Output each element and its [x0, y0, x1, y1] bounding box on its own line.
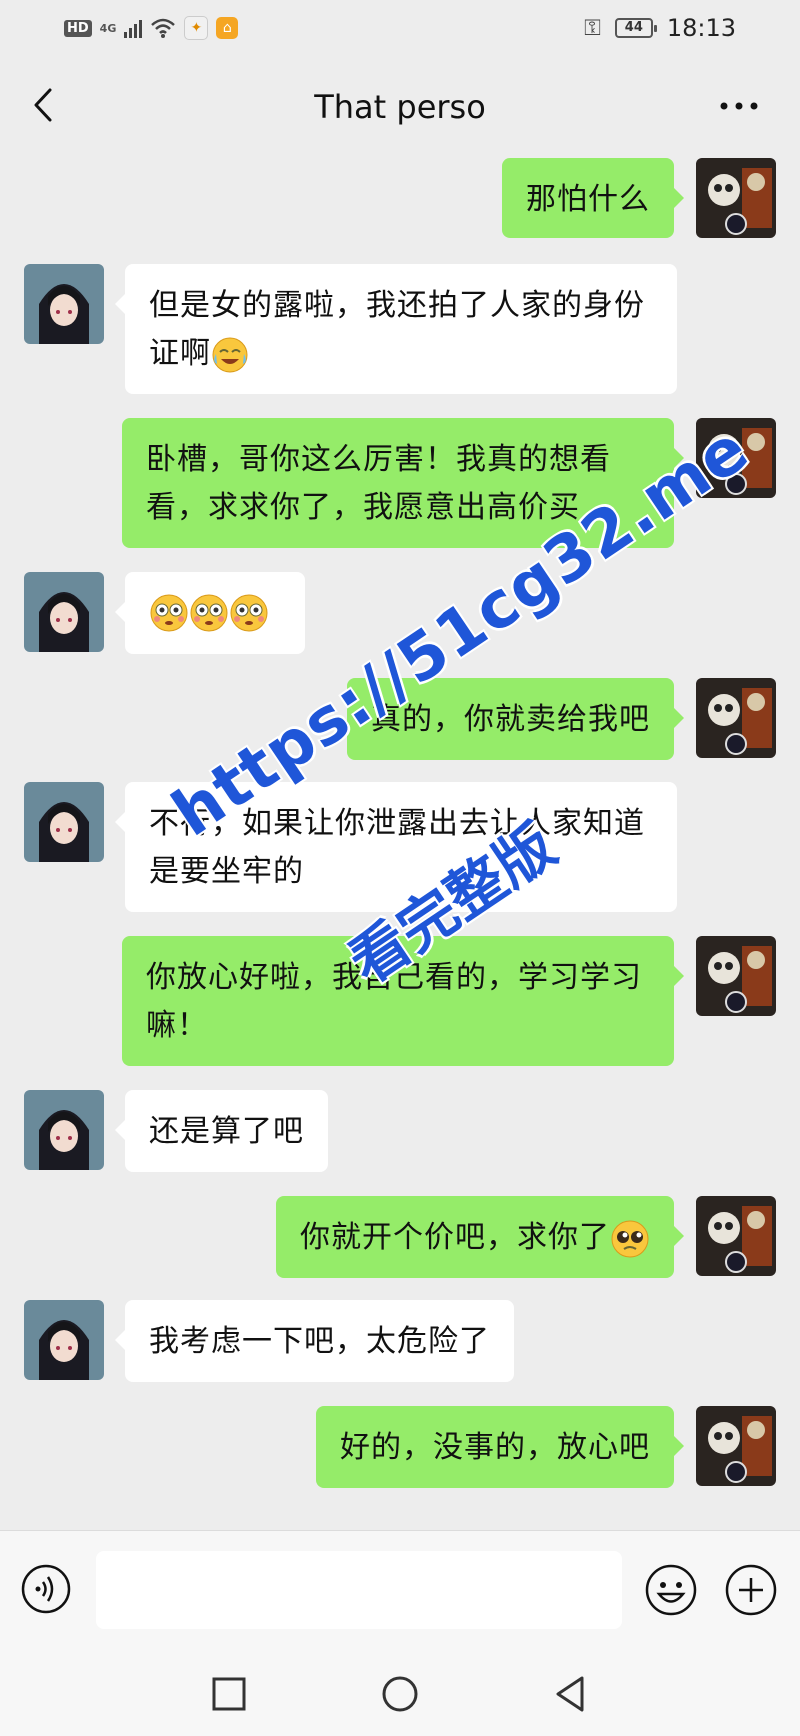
plus-icon[interactable]: [724, 1563, 778, 1617]
contact-avatar[interactable]: [24, 264, 104, 344]
back-nav-icon[interactable]: [546, 1670, 594, 1718]
key-icon: ⚿: [584, 15, 601, 41]
tears-of-joy-emoji: [212, 337, 248, 372]
chat-header: That perso: [0, 62, 800, 154]
flushed-emoji-group: [149, 594, 269, 631]
message-text: 你就开个价吧，求你了: [300, 1220, 610, 1255]
more-options-icon[interactable]: [714, 86, 764, 126]
message-input[interactable]: [96, 1551, 622, 1629]
message-bubble-out[interactable]: 好的，没事的，放心吧: [316, 1406, 684, 1488]
flushed-emoji: [230, 594, 268, 631]
message-text: 还是算了吧: [149, 1114, 304, 1149]
emoji-icon[interactable]: [644, 1563, 698, 1617]
my-avatar[interactable]: [696, 678, 776, 758]
contact-avatar[interactable]: [24, 1300, 104, 1380]
message-bubble-in[interactable]: 不行，如果让你泄露出去让人家知道是要坐牢的: [115, 782, 677, 912]
system-nav-bar: [0, 1650, 800, 1736]
message-text: 我考虑一下吧，太危险了: [149, 1324, 490, 1359]
message-bubble-out[interactable]: 真的，你就卖给我吧: [347, 678, 684, 760]
my-avatar[interactable]: [696, 936, 776, 1016]
contact-avatar[interactable]: [24, 572, 104, 652]
network-type: 4G: [99, 21, 117, 35]
message-bubble-in[interactable]: 我考虑一下吧，太危险了: [115, 1300, 514, 1382]
message-text: 卧槽，哥你这么厉害！我真的想看看，求求你了，我愿意出高价买: [146, 442, 611, 525]
my-avatar[interactable]: [696, 1196, 776, 1276]
app-notification-icon-2: ⌂: [216, 17, 239, 39]
message-text: 你放心好啦，我自己看的，学习学习嘛！: [146, 960, 642, 1043]
message-bubble-out[interactable]: 卧槽，哥你这么厉害！我真的想看看，求求你了，我愿意出高价买: [122, 418, 684, 548]
my-avatar[interactable]: [696, 158, 776, 238]
signal-icon: [124, 18, 143, 38]
recent-apps-icon[interactable]: [205, 1670, 253, 1718]
flushed-emoji: [190, 594, 228, 631]
message-bubble-in[interactable]: 还是算了吧: [115, 1090, 328, 1172]
contact-avatar[interactable]: [24, 1090, 104, 1170]
message-text: 好的，没事的，放心吧: [340, 1430, 650, 1465]
wifi-icon: [151, 18, 176, 38]
status-left: HD 4G ✦ ⌂: [64, 16, 239, 40]
app-notification-icon: ✦: [184, 16, 209, 40]
home-icon[interactable]: [376, 1670, 424, 1718]
voice-input-icon[interactable]: [20, 1563, 72, 1615]
flushed-emoji: [150, 594, 188, 631]
clock: 18:13: [666, 14, 736, 42]
status-right: ⚿ 44 18:13: [584, 14, 736, 42]
message-bubble-out[interactable]: 你放心好啦，我自己看的，学习学习嘛！: [122, 936, 684, 1066]
message-bubble-in[interactable]: 但是女的露啦，我还拍了人家的身份证啊: [115, 264, 677, 394]
contact-avatar[interactable]: [24, 782, 104, 862]
chat-title: That perso: [314, 88, 486, 126]
status-bar: HD 4G ✦ ⌂ ⚿ 44 18:13: [0, 0, 800, 62]
message-text: 不行，如果让你泄露出去让人家知道是要坐牢的: [149, 806, 645, 889]
input-bar: [0, 1530, 800, 1651]
message-text: 真的，你就卖给我吧: [371, 702, 650, 737]
message-text: 那怕什么: [526, 182, 650, 217]
pleading-emoji: [611, 1220, 649, 1257]
my-avatar[interactable]: [696, 418, 776, 498]
message-bubble-out[interactable]: 那怕什么: [502, 158, 684, 238]
message-bubble-in[interactable]: [115, 572, 305, 654]
chat-area[interactable]: 那怕什么 但是女的露啦，我还拍了人家的身份证啊 卧槽，哥你这么厉害！我真的想看看…: [0, 154, 800, 1530]
my-avatar[interactable]: [696, 1406, 776, 1486]
battery-icon: 44: [614, 18, 657, 38]
hd-indicator: HD: [64, 19, 92, 37]
message-bubble-out[interactable]: 你就开个价吧，求你了: [276, 1196, 684, 1278]
